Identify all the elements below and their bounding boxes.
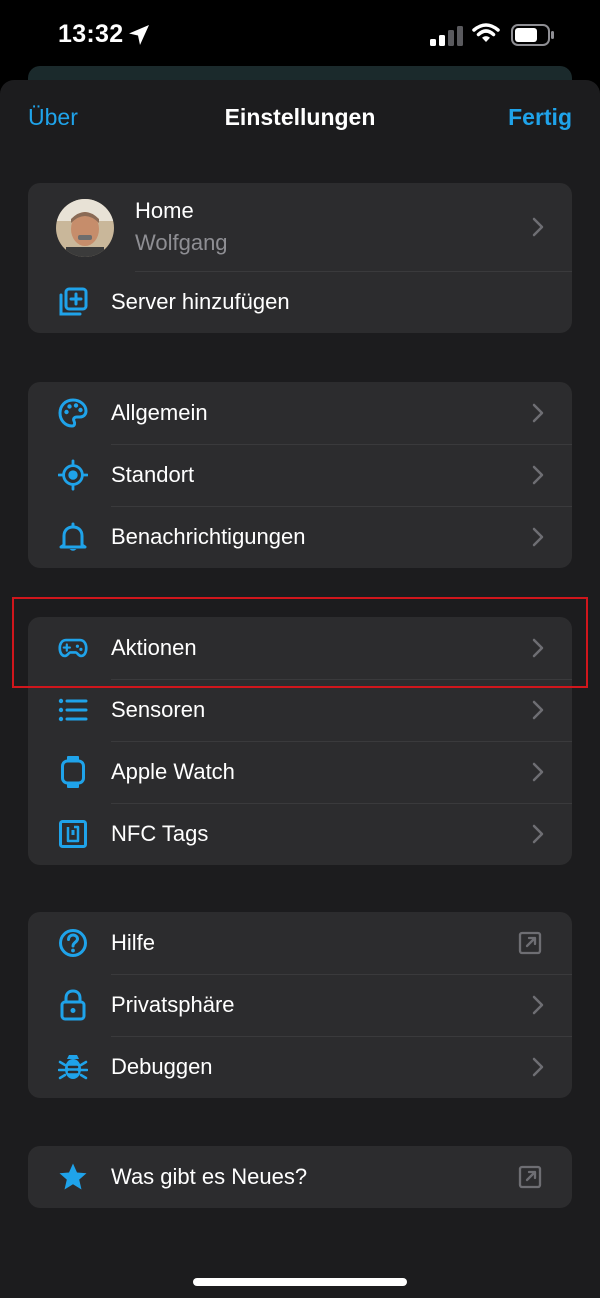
help-group: Hilfe Privatsphäre Debuggen: [28, 912, 572, 1098]
privacy-row[interactable]: Privatsphäre: [28, 974, 572, 1036]
apple-watch-row[interactable]: Apple Watch: [28, 741, 572, 803]
server-name: Home: [135, 198, 194, 223]
add-server-label: Server hinzufügen: [111, 289, 290, 314]
bug-icon: [58, 1052, 88, 1082]
list-icon: [58, 695, 88, 725]
chevron-right-icon: [532, 995, 544, 1015]
status-bar: 13:32: [0, 0, 600, 72]
whats-new-group: Was gibt es Neues?: [28, 1146, 572, 1208]
general-label: Allgemein: [111, 400, 208, 425]
battery-icon: [511, 24, 554, 46]
chevron-right-icon: [532, 700, 544, 720]
home-indicator[interactable]: [193, 1278, 407, 1286]
highlight-box: [12, 597, 588, 688]
debug-label: Debuggen: [111, 1054, 213, 1079]
bell-icon: [58, 522, 88, 552]
wifi-icon: [472, 23, 500, 42]
chevron-right-icon: [532, 465, 544, 485]
add-server-icon: [58, 287, 88, 317]
general-group: Allgemein Standort Benachrichtigungen: [28, 382, 572, 568]
location-label: Standort: [111, 462, 195, 487]
watch-icon: [58, 756, 88, 788]
location-crosshair-icon: [58, 459, 88, 491]
avatar: [56, 199, 114, 257]
external-link-icon: [518, 931, 542, 955]
debug-row[interactable]: Debuggen: [28, 1036, 572, 1098]
notifications-label: Benachrichtigungen: [111, 524, 306, 549]
nfc-tags-label: NFC Tags: [111, 821, 209, 846]
chevron-right-icon: [532, 762, 544, 782]
chevron-right-icon: [532, 403, 544, 423]
user-name: Wolfgang: [135, 230, 228, 255]
chevron-right-icon: [532, 527, 544, 547]
location-row[interactable]: Standort: [28, 444, 572, 506]
chevron-right-icon: [532, 1057, 544, 1077]
status-time: 13:32: [58, 20, 124, 48]
location-arrow-icon: [129, 25, 149, 45]
help-circle-icon: [58, 928, 88, 958]
palette-icon: [58, 398, 88, 428]
cellular-signal-icon: [430, 26, 463, 46]
help-label: Hilfe: [111, 930, 156, 955]
star-icon: [58, 1162, 88, 1192]
apple-watch-label: Apple Watch: [111, 759, 235, 784]
lock-icon: [58, 989, 88, 1021]
sensors-row[interactable]: Sensoren: [28, 679, 572, 741]
add-server-row[interactable]: Server hinzufügen: [28, 271, 572, 333]
nfc-tags-row[interactable]: NFC Tags: [28, 803, 572, 865]
chevron-right-icon: [532, 824, 544, 844]
chevron-right-icon: [532, 217, 544, 237]
account-group: Home Wolfgang Server hinzufügen: [28, 183, 572, 333]
external-link-icon: [518, 1165, 542, 1189]
whats-new-label: Was gibt es Neues?: [111, 1164, 308, 1189]
general-row[interactable]: Allgemein: [28, 382, 572, 444]
done-button[interactable]: Fertig: [508, 104, 572, 131]
whats-new-row[interactable]: Was gibt es Neues?: [28, 1146, 572, 1208]
help-row[interactable]: Hilfe: [28, 912, 572, 974]
server-row-home[interactable]: Home Wolfgang: [28, 183, 572, 271]
privacy-label: Privatsphäre: [111, 992, 235, 1017]
notifications-row[interactable]: Benachrichtigungen: [28, 506, 572, 568]
nfc-icon: [58, 819, 88, 849]
sensors-label: Sensoren: [111, 697, 206, 722]
